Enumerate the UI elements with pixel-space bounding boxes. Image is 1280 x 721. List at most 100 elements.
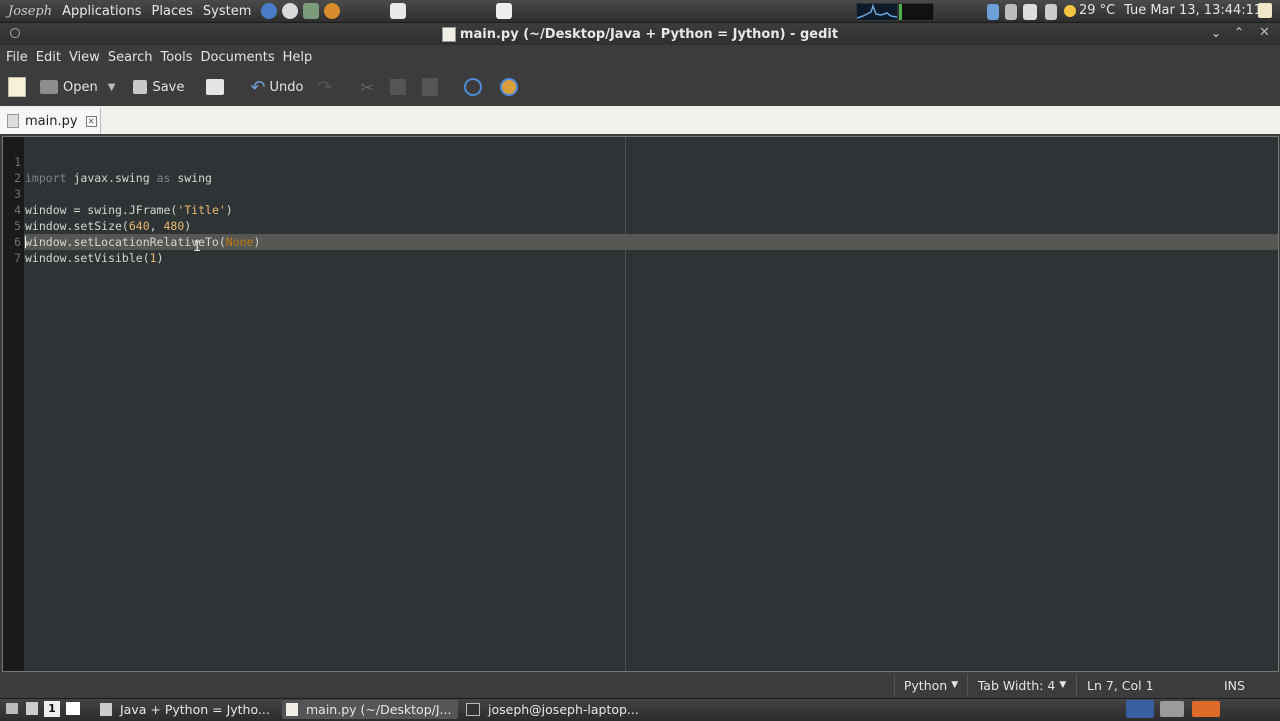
top-panel: Joseph Applications Places System 29 °C … — [0, 0, 1280, 23]
network-icon[interactable] — [303, 3, 320, 19]
menu-edit[interactable]: Edit — [36, 50, 61, 65]
window-menu-icon[interactable] — [10, 28, 20, 38]
menubar: File Edit View Search Tools Documents He… — [0, 45, 1280, 69]
right-margin-line — [625, 137, 626, 671]
open-label: Open — [63, 79, 98, 95]
menu-applications[interactable]: Applications — [62, 4, 141, 19]
workspace-switcher-icon[interactable] — [26, 702, 38, 715]
find-replace-icon — [499, 78, 518, 96]
bluetooth-icon[interactable] — [982, 4, 999, 24]
line-text: window.setVisible(1) — [25, 251, 164, 265]
task-item-gedit[interactable]: main.py (~/Desktop/J... — [282, 700, 458, 719]
open-button[interactable]: Open — [40, 80, 98, 95]
code-line: 4 window.setSize(640, 480) — [3, 186, 191, 233]
copy-button[interactable] — [389, 79, 406, 95]
minimize-icon[interactable]: ⌄ — [1211, 26, 1221, 40]
battery-icon[interactable] — [1018, 4, 1037, 24]
mail-icon[interactable] — [282, 3, 299, 19]
paste-button[interactable] — [421, 78, 438, 96]
new-document-icon — [8, 77, 26, 97]
signal-icon[interactable] — [1000, 4, 1017, 24]
i-beam-cursor-icon: Ι — [193, 239, 202, 255]
menu-file[interactable]: File — [6, 50, 28, 65]
task-item-terminal[interactable]: joseph@joseph-laptop... — [466, 700, 644, 719]
tab-label: main.py — [25, 113, 78, 129]
app-launcher-icon[interactable] — [324, 3, 341, 19]
workspace-2-icon[interactable] — [66, 702, 80, 715]
menu-tools[interactable]: Tools — [160, 50, 192, 65]
task-label: Java + Python = Jytho... — [120, 702, 270, 717]
code-line: 6 window.setVisible(1) — [3, 218, 163, 265]
find-button[interactable] — [463, 78, 482, 96]
redo-icon: ↷ — [317, 76, 333, 98]
redo-button[interactable]: ↷ — [317, 77, 332, 98]
undo-icon: ↶ — [250, 76, 266, 98]
task-label: joseph@joseph-laptop... — [488, 702, 639, 717]
volume-icon[interactable] — [1040, 4, 1057, 24]
menu-view[interactable]: View — [69, 50, 100, 65]
paste-icon — [421, 78, 438, 96]
code-line: 2 — [3, 154, 31, 185]
code-line: 1 import javax.swing as swing — [3, 138, 212, 185]
weather-temp: 29 °C — [1079, 3, 1116, 18]
menu-documents[interactable]: Documents — [201, 50, 275, 65]
window-title: main.py (~/Desktop/Java + Python = Jytho… — [459, 26, 839, 42]
tab-width-label: Tab Width: 4 — [977, 677, 1056, 693]
find-replace-button[interactable] — [499, 78, 518, 96]
tab-bar — [0, 106, 1280, 134]
document-edit-icon — [441, 26, 456, 42]
tab-width-selector[interactable]: Tab Width: 4 ▼ — [968, 674, 1077, 696]
language-selector[interactable]: Python ▼ — [894, 674, 968, 696]
insert-mode: INS — [1224, 677, 1245, 693]
tab-main-py[interactable]: main.py ✕ — [0, 108, 101, 134]
workspace-number[interactable]: 1 — [44, 701, 60, 717]
close-icon[interactable]: ✕ — [1259, 25, 1270, 40]
printer-icon[interactable] — [390, 3, 407, 19]
text-cursor — [25, 236, 26, 248]
code-line: 5 window.setLocationRelativeTo(None) — [3, 202, 260, 249]
cut-button[interactable]: ✂ — [361, 78, 374, 97]
tray-app-icon[interactable] — [1192, 701, 1220, 717]
tab-close-icon[interactable]: ✕ — [85, 115, 97, 127]
line-text: import javax.swing as swing — [25, 171, 212, 185]
web-browser-icon[interactable] — [261, 3, 278, 19]
line-number: 7 — [14, 251, 21, 265]
toolbar: Open ▼ Save ↶ Undo ↷ ✂ — [0, 70, 1280, 104]
cpu-graph-icon — [856, 3, 898, 21]
chevron-down-icon: ▼ — [1059, 680, 1067, 690]
line-text: window.setSize(640, 480) — [25, 219, 192, 233]
menu-help[interactable]: Help — [283, 50, 313, 65]
save-label: Save — [152, 79, 185, 95]
document-icon — [7, 114, 19, 128]
task-item-browser[interactable]: Java + Python = Jytho... — [100, 700, 270, 719]
weather-sun-icon — [1064, 4, 1076, 17]
document-edit-icon — [286, 703, 298, 716]
maximize-icon[interactable]: ⌃ — [1234, 25, 1244, 39]
cut-icon: ✂ — [360, 77, 374, 97]
tray-browser-icon[interactable] — [1126, 700, 1154, 718]
tray-notes-icon[interactable] — [1160, 701, 1184, 717]
save-button[interactable]: Save — [133, 80, 184, 95]
chevron-down-icon: ▼ — [951, 680, 959, 690]
window-icon — [100, 703, 112, 716]
menu-places[interactable]: Places — [152, 4, 193, 19]
open-recent-dropdown[interactable]: ▼ — [108, 82, 116, 93]
undo-label: Undo — [269, 79, 304, 95]
line-text: window = swing.JFrame('Title') — [25, 203, 233, 217]
weather-applet[interactable]: 29 °C — [1064, 3, 1115, 18]
clock[interactable]: Tue Mar 13, 13:44:11 — [1124, 3, 1262, 18]
screenshot-icon[interactable] — [496, 3, 513, 19]
print-button[interactable] — [206, 79, 225, 95]
notes-icon[interactable] — [1258, 3, 1272, 18]
window-titlebar[interactable]: main.py (~/Desktop/Java + Python = Jytho… — [0, 23, 1280, 45]
menu-system[interactable]: System — [203, 4, 251, 19]
code-editor[interactable]: 1 import javax.swing as swing 2 3 window… — [2, 136, 1279, 672]
new-document-button[interactable] — [8, 77, 26, 97]
menu-search[interactable]: Search — [108, 50, 153, 65]
folder-icon — [40, 80, 58, 94]
language-label: Python — [903, 677, 948, 693]
user-logo: Joseph — [8, 3, 53, 19]
undo-button[interactable]: ↶ Undo — [250, 77, 303, 98]
terminal-icon — [466, 703, 480, 716]
show-desktop-icon[interactable] — [6, 703, 18, 714]
